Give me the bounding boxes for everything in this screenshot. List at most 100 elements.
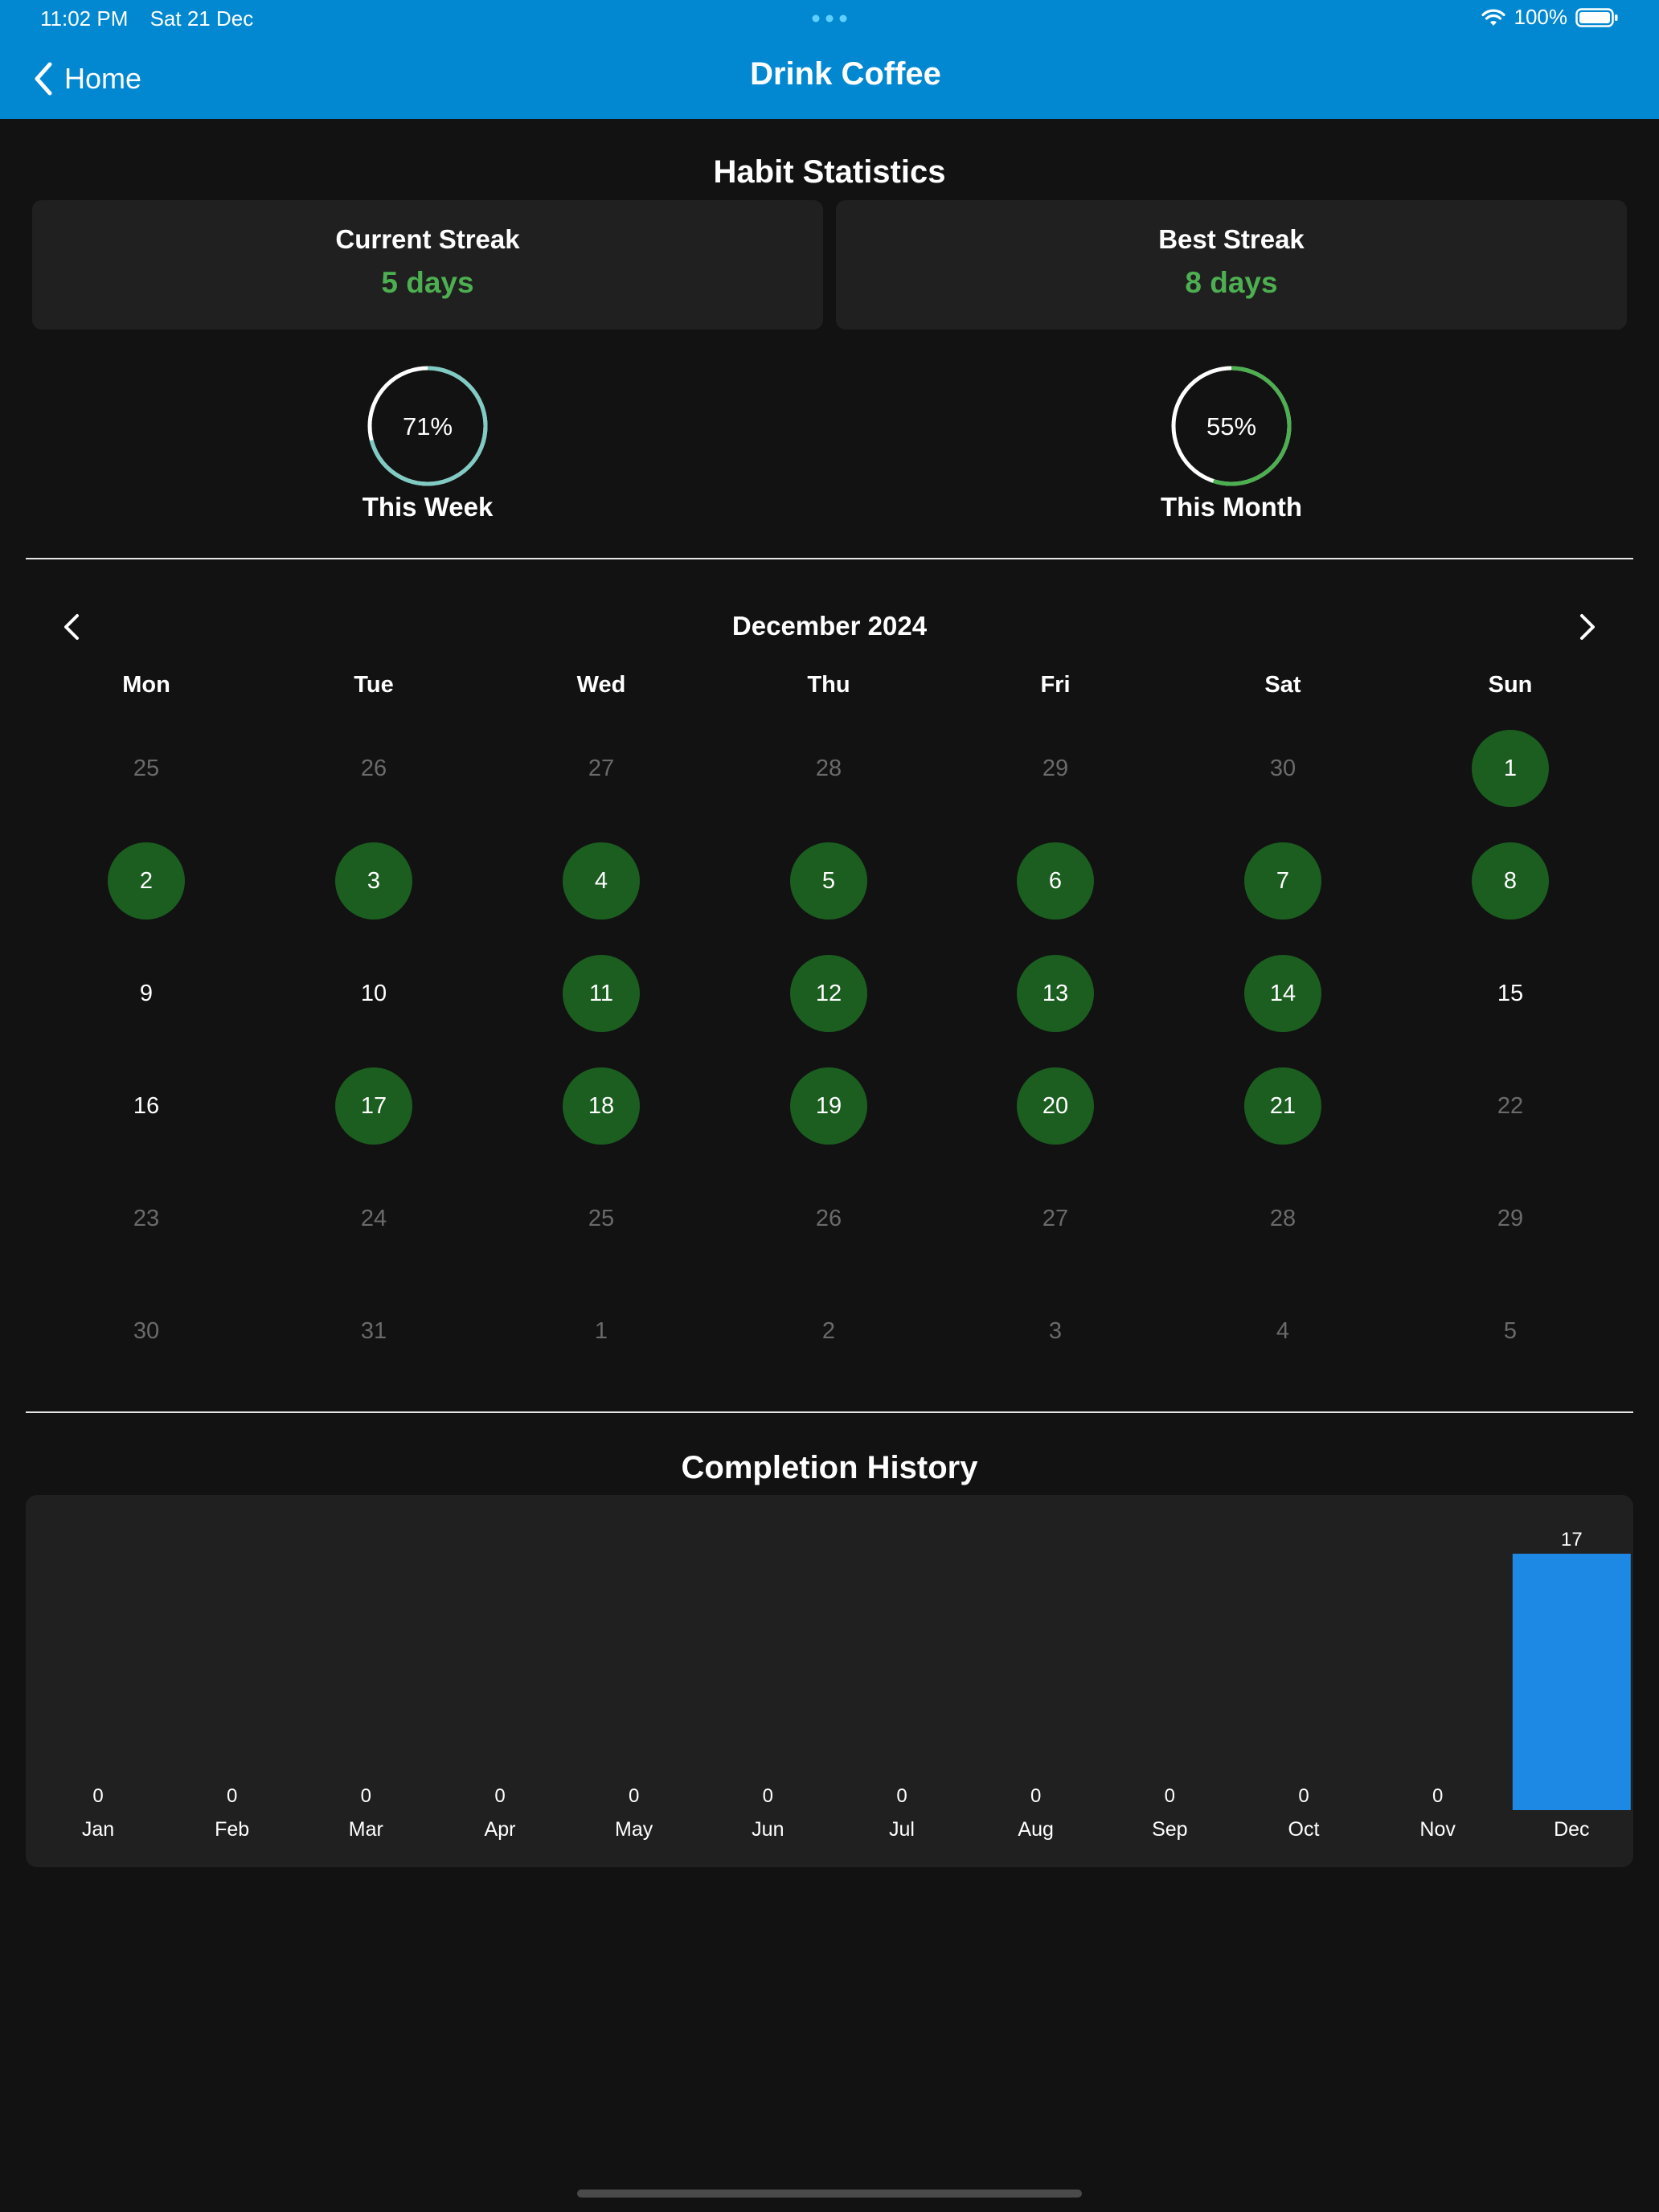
week-progress-ring: 71% [367,366,488,486]
month-tick-label: Feb [215,1818,249,1841]
calendar-day[interactable]: 29 [1017,730,1094,807]
calendar-day[interactable]: 30 [1244,730,1321,807]
status-bar-time: 11:02 PM Sat 21 Dec [40,6,269,31]
weekday-header: Fri [1040,672,1071,698]
data-label: 17 [1561,1529,1583,1550]
calendar-day[interactable]: 9 [108,955,185,1032]
calendar-day[interactable]: 31 [335,1292,412,1370]
calendar-day[interactable]: 20 [1017,1067,1094,1145]
week-label: This Week [362,492,494,522]
weekday-header: Wed [576,672,626,698]
calendar-day[interactable]: 24 [335,1180,412,1257]
calendar-day[interactable]: 21 [1244,1067,1321,1145]
calendar-day[interactable]: 12 [790,955,867,1032]
calendar-day[interactable]: 28 [1244,1180,1321,1257]
month-tick-label: Nov [1419,1818,1456,1841]
month-tick-label: Mar [349,1818,383,1841]
weekday-header: Sat [1264,672,1301,698]
calendar-day[interactable]: 5 [790,842,867,920]
status-time: 11:02 PM [40,6,129,31]
calendar-day[interactable]: 1 [1472,730,1549,807]
calendar-day[interactable]: 5 [1472,1292,1549,1370]
month-tick-label: Aug [1018,1818,1053,1841]
weekday-header: Mon [122,672,170,698]
calendar-day[interactable]: 25 [108,730,185,807]
calendar-day[interactable]: 3 [335,842,412,920]
calendar-day[interactable]: 1 [563,1292,640,1370]
weekday-header: Thu [807,672,850,698]
data-label: 0 [1298,1785,1309,1807]
calendar-day[interactable]: 16 [108,1067,185,1145]
calendar-day[interactable]: 10 [335,955,412,1032]
data-label: 0 [494,1785,505,1807]
home-indicator[interactable] [577,2189,1082,2198]
calendar-day[interactable]: 3 [1017,1292,1094,1370]
data-label: 0 [896,1785,907,1807]
month-tick-label: May [615,1818,653,1841]
calendar-day[interactable]: 2 [790,1292,867,1370]
calendar-day[interactable]: 8 [1472,842,1549,920]
calendar-day[interactable]: 2 [108,842,185,920]
calendar-day[interactable]: 30 [108,1292,185,1370]
calendar-day[interactable]: 18 [563,1067,640,1145]
navigation-header: 11:02 PM Sat 21 Dec 100% Home Drink Coff… [0,0,1659,119]
data-label: 0 [763,1785,773,1807]
calendar-day[interactable]: 26 [790,1180,867,1257]
calendar-day[interactable]: 25 [563,1180,640,1257]
data-label: 0 [92,1785,103,1807]
multitasking-dots-icon[interactable] [812,14,847,23]
current-streak-value: 5 days [381,266,474,299]
calendar-day[interactable]: 29 [1472,1180,1549,1257]
best-streak-card: Best Streak 8 days [836,200,1627,330]
month-percent-text: 55% [1206,412,1256,440]
bar-dec [1512,1554,1631,1810]
data-label: 0 [361,1785,371,1807]
statistics-title: Habit Statistics [713,154,946,190]
status-bar-right: 100% [1481,5,1620,30]
calendar-day[interactable]: 19 [790,1067,867,1145]
month-tick-label: Dec [1554,1818,1589,1841]
month-tick-label: Jan [82,1818,114,1841]
data-label: 0 [1432,1785,1443,1807]
data-label: 0 [1165,1785,1175,1807]
divider [26,558,1633,559]
next-month-button[interactable] [1569,609,1604,645]
calendar-day[interactable]: 14 [1244,955,1321,1032]
best-streak-value: 8 days [1185,266,1278,299]
month-tick-label: Jul [889,1818,915,1841]
history-title: Completion History [681,1450,978,1485]
month-progress-ring: 55% [1171,366,1292,486]
calendar-day[interactable]: 4 [1244,1292,1321,1370]
calendar-day[interactable]: 22 [1472,1067,1549,1145]
month-tick-label: Oct [1288,1818,1320,1841]
data-label: 0 [227,1785,237,1807]
calendar-day[interactable]: 27 [1017,1180,1094,1257]
calendar-day[interactable]: 26 [335,730,412,807]
month-tick-label: Apr [485,1818,516,1841]
calendar-day[interactable]: 17 [335,1067,412,1145]
battery-icon [1575,7,1618,27]
calendar-day[interactable]: 13 [1017,955,1094,1032]
page-title: Drink Coffee [750,56,941,92]
calendar-day[interactable]: 4 [563,842,640,920]
month-tick-label: Sep [1152,1818,1187,1841]
calendar-day[interactable]: 7 [1244,842,1321,920]
month-label: This Month [1161,492,1302,522]
month-progress: 55% This Month [1111,362,1352,522]
week-progress: 71% This Week [307,362,548,522]
current-streak-card: Current Streak 5 days [32,200,823,330]
current-streak-label: Current Streak [335,224,520,254]
calendar-day[interactable]: 23 [108,1180,185,1257]
calendar-day[interactable]: 27 [563,730,640,807]
calendar-day[interactable]: 11 [563,955,640,1032]
calendar-day[interactable]: 6 [1017,842,1094,920]
calendar-month-label: December 2024 [731,611,928,641]
bar-chart: 0 Jan 0 Feb 0 Mar 0 Apr 0 May 0 Jun 0 Jul 0 Aug 0 Sep 0 Oct… [82,1529,1631,1841]
month-tick-label: Jun [752,1818,784,1841]
completion-history-chart: 0 Jan 0 Feb 0 Mar 0 Apr 0 May 0 Jun 0 Jul 0 Aug 0 Sep 0 Oct… [26,1495,1633,1867]
week-percent-text: 71% [403,412,453,440]
data-label: 0 [629,1785,639,1807]
calendar-day[interactable]: 28 [790,730,867,807]
calendar-day[interactable]: 15 [1472,955,1549,1032]
status-date: Sat 21 Dec [150,6,254,31]
